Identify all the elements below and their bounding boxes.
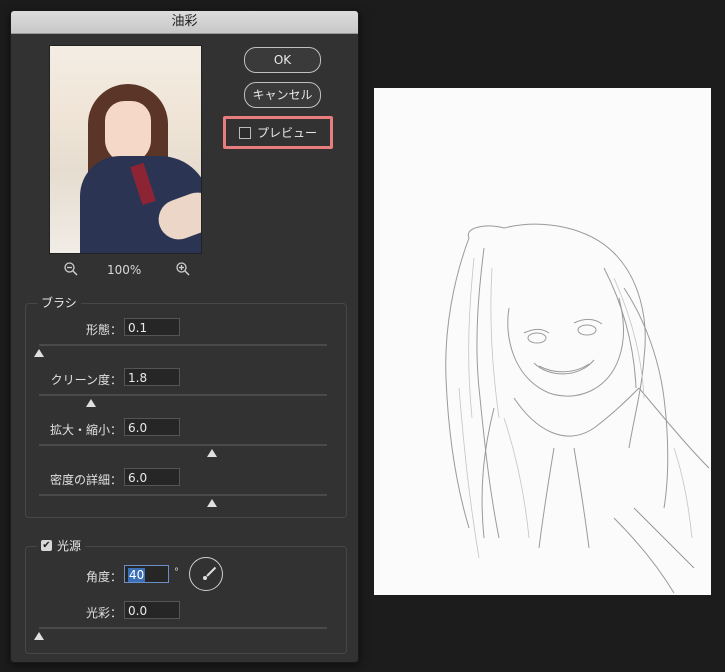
document-canvas[interactable] [374,88,711,595]
lighting-checkbox-icon[interactable]: ✔ [41,540,52,551]
bristle-detail-slider[interactable] [39,494,327,496]
oil-paint-dialog: 油彩 100% OK キャンセル プレビュー ブラシ 形態： 0.1 クリーン度… [10,10,359,663]
scale-field[interactable]: 6.0 [124,418,180,436]
cleanliness-label: クリーン度： [50,373,122,387]
angle-value: 40 [128,568,146,582]
cancel-button[interactable]: キャンセル [244,82,321,108]
stylization-field[interactable]: 0.1 [124,318,180,336]
stylization-slider-handle[interactable] [34,349,44,357]
scale-slider-handle[interactable] [207,449,217,457]
ok-button[interactable]: OK [244,47,321,73]
sketch-image [445,223,710,594]
checkbox-icon[interactable] [238,126,251,139]
degree-symbol: ° [174,567,179,578]
shine-slider[interactable] [39,627,327,629]
preview-label: プレビュー [256,126,317,140]
stylization-label: 形態： [85,323,122,337]
lighting-group [25,546,347,654]
shine-label: 光彩： [85,606,122,620]
scale-slider[interactable] [39,444,327,446]
zoom-in-icon[interactable] [175,261,191,281]
angle-label: 角度： [85,570,122,584]
angle-dial[interactable] [189,557,223,591]
zoom-level: 100% [107,263,142,277]
angle-dial-center [203,576,207,580]
preview-checkbox[interactable]: プレビュー [223,116,333,149]
bristle-detail-slider-handle[interactable] [207,499,217,507]
shine-slider-handle[interactable] [34,632,44,640]
angle-dial-needle [206,566,217,577]
dialog-title: 油彩 [11,11,358,34]
cleanliness-slider-handle[interactable] [86,399,96,407]
preview-thumbnail[interactable] [49,45,202,254]
scale-label: 拡大・縮小： [49,423,122,437]
lighting-group-title[interactable]: ✔ 光源 [37,537,86,554]
cleanliness-field[interactable]: 1.8 [124,368,180,386]
bristle-detail-field[interactable]: 6.0 [124,468,180,486]
bristle-detail-label: 密度の詳細： [49,473,122,487]
shine-field[interactable]: 0.0 [124,601,180,619]
stylization-slider[interactable] [39,344,327,346]
angle-field[interactable]: 40 [124,565,169,583]
brush-group-title: ブラシ [37,294,81,311]
zoom-out-icon[interactable] [63,261,79,281]
lighting-label: 光源 [57,539,82,553]
cleanliness-slider[interactable] [39,394,327,396]
